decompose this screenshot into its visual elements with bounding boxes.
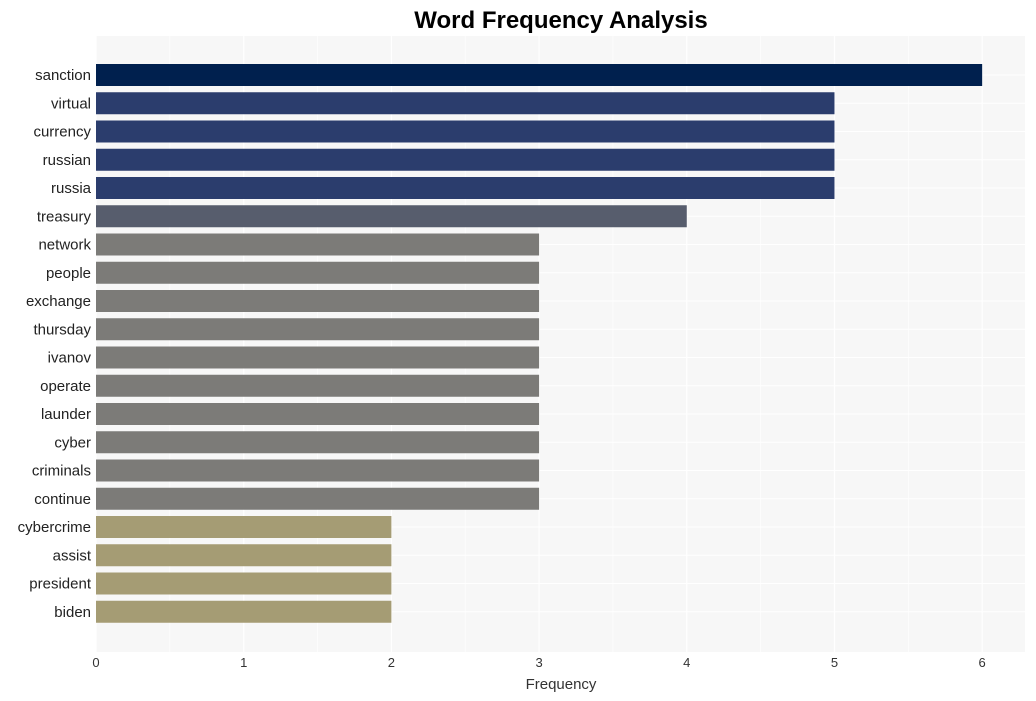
category-label-cybercrime: cybercrime — [18, 519, 91, 536]
bar-president — [96, 572, 392, 595]
bar-russian — [96, 148, 835, 171]
bar-network — [96, 233, 540, 256]
x-tick-labels: 0 1 2 3 4 5 6 — [92, 655, 985, 670]
category-label-thursday: thursday — [33, 321, 91, 338]
category-label-criminals: criminals — [32, 463, 91, 480]
category-label-treasury: treasury — [37, 208, 92, 225]
bar-currency — [96, 120, 835, 143]
word-frequency-chart: sanction virtual currency russian russia trea… — [18, 7, 1025, 693]
category-label-operate: operate — [40, 378, 91, 395]
category-label-launder: launder — [41, 406, 91, 423]
category-label-ivanov: ivanov — [48, 350, 92, 367]
bar-ivanov — [96, 346, 540, 369]
category-label-cyber: cyber — [54, 434, 91, 451]
x-tick-label-5: 5 — [831, 655, 838, 670]
x-tick-label-0: 0 — [92, 655, 99, 670]
category-label-continue: continue — [34, 491, 91, 508]
bar-sanction — [96, 64, 983, 86]
x-tick-label-4: 4 — [683, 655, 690, 670]
chart-title: Word Frequency Analysis — [414, 7, 707, 34]
bar-cybercrime — [96, 516, 392, 538]
category-label-biden: biden — [54, 604, 91, 621]
bar-russia — [96, 177, 835, 199]
category-label-exchange: exchange — [26, 293, 91, 310]
bar-launder — [96, 403, 540, 425]
category-labels: sanction virtual currency russian russia trea… — [18, 67, 92, 621]
bar-virtual — [96, 92, 835, 115]
bar-people — [96, 261, 540, 284]
bar-criminals — [96, 459, 540, 482]
category-label-network: network — [38, 237, 91, 254]
category-label-virtual: virtual — [51, 95, 91, 112]
x-tick-label-2: 2 — [388, 655, 395, 670]
x-tick-label-1: 1 — [240, 655, 247, 670]
category-label-president: president — [29, 576, 92, 593]
x-tick-label-6: 6 — [979, 655, 986, 670]
x-axis-title: Frequency — [526, 676, 597, 693]
x-tick-label-3: 3 — [535, 655, 542, 670]
category-label-currency: currency — [33, 124, 91, 141]
category-label-sanction: sanction — [35, 67, 91, 84]
bar-cyber — [96, 431, 540, 454]
category-label-russia: russia — [51, 180, 92, 197]
bar-thursday — [96, 318, 540, 341]
bar-operate — [96, 374, 540, 397]
category-label-people: people — [46, 265, 91, 282]
bar-treasury — [96, 205, 687, 228]
category-label-assist: assist — [53, 547, 92, 564]
bar-assist — [96, 544, 392, 567]
category-label-russian: russian — [43, 152, 91, 169]
bar-continue — [96, 487, 540, 510]
bar-biden — [96, 600, 392, 623]
bar-exchange — [96, 290, 540, 312]
